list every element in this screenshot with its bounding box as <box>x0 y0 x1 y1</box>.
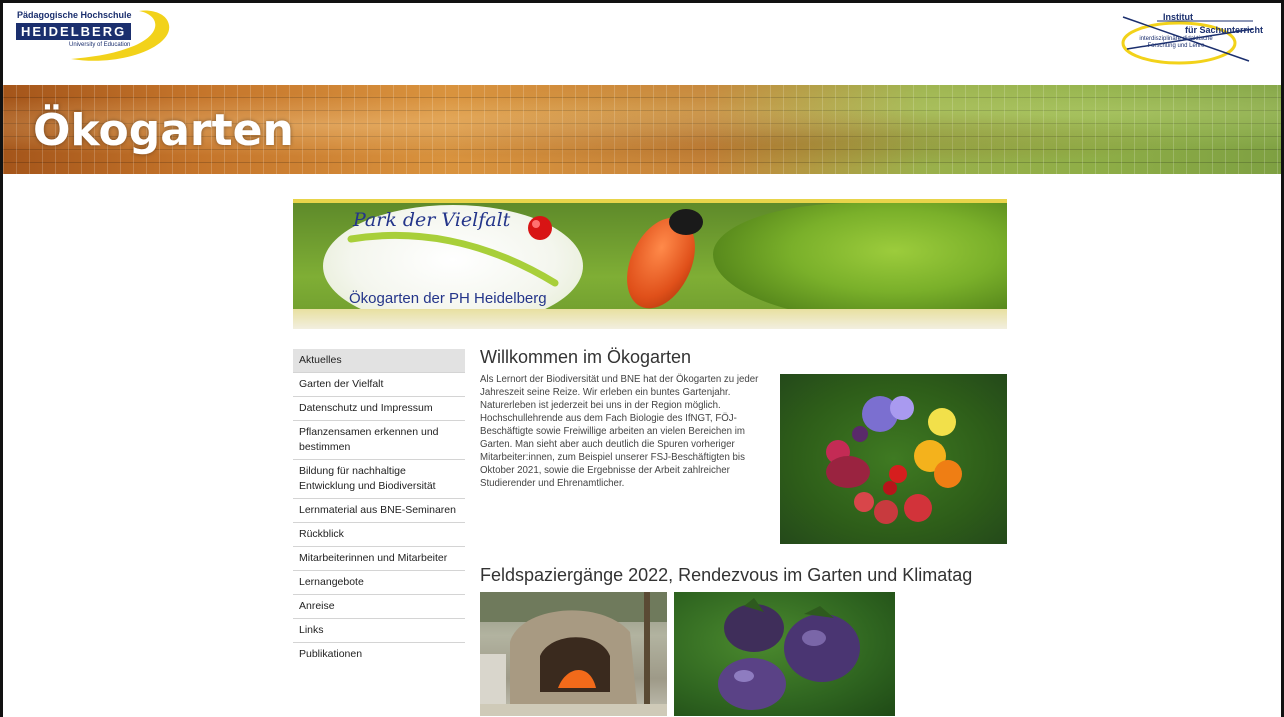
nav-item-pflanzensamen[interactable]: Pflanzensamen erkennen und bestimmen <box>293 421 465 460</box>
nav-item-garten-der-vielfalt[interactable]: Garten der Vielfalt <box>293 373 465 397</box>
main-content: Willkommen im Ökogarten Als Lernort der … <box>480 347 1010 716</box>
header-bottom-band <box>293 309 1007 329</box>
institute-logo-line2: für Sachunterricht <box>1185 25 1264 35</box>
welcome-heading: Willkommen im Ökogarten <box>480 347 692 367</box>
nav-item-links[interactable]: Links <box>293 619 465 643</box>
banner-title: Ökogarten <box>33 105 294 156</box>
clay-oven-photo[interactable] <box>480 592 667 716</box>
purple-tomatoes-image <box>718 598 860 710</box>
site-header-image[interactable]: Park der Vielfalt Ökogarten der PH Heide… <box>293 199 1007 329</box>
ph-heidelberg-logo[interactable]: Pädagogische Hochschule HEIDELBERG Unive… <box>11 7 173 65</box>
events-heading: Feldspaziergänge 2022, Rendezvous im Gar… <box>480 565 973 585</box>
nav-item-aktuelles[interactable]: Aktuelles <box>293 349 465 373</box>
nav-item-publikationen[interactable]: Publikationen <box>293 643 465 666</box>
nav-item-bildung-bne[interactable]: Bildung für nachhaltige Entwicklung und … <box>293 460 465 499</box>
vegetable-arrangement-photo[interactable] <box>780 374 1007 544</box>
slide: Pädagogische Hochschule HEIDELBERG Unive… <box>0 0 1284 717</box>
purple-tomatoes-photo[interactable] <box>674 592 895 716</box>
ph-logo-wordmark: HEIDELBERG <box>16 23 132 40</box>
ph-logo-line3: University of Education <box>69 42 131 48</box>
nav-item-datenschutz[interactable]: Datenschutz und Impressum <box>293 397 465 421</box>
institute-logo-line1: Institut <box>1163 12 1193 22</box>
nav-item-anreise[interactable]: Anreise <box>293 595 465 619</box>
nav-item-rueckblick[interactable]: Rückblick <box>293 523 465 547</box>
nav-item-lernmaterial[interactable]: Lernmaterial aus BNE-Seminaren <box>293 499 465 523</box>
nav-item-lernangebote[interactable]: Lernangebote <box>293 571 465 595</box>
side-navigation: Aktuelles Garten der Vielfalt Datenschut… <box>293 349 465 666</box>
vegetables-flowers-image <box>826 396 962 524</box>
clay-oven-image <box>480 592 667 716</box>
site-header-subtitle: Ökogarten der PH Heidelberg <box>349 290 547 307</box>
nav-item-mitarbeiter[interactable]: Mitarbeiterinnen und Mitarbeiter <box>293 547 465 571</box>
site-header-title: Park der Vielfalt <box>353 209 511 231</box>
ph-logo-line1: Pädagogische Hochschule <box>17 10 132 20</box>
institute-logo[interactable]: Institut für Sachunterricht interdiszipl… <box>1117 9 1263 67</box>
institute-logo-line3: interdisziplinäre didaktische Forschung … <box>1139 36 1213 49</box>
intro-paragraph: Als Lernort der Biodiversität und BNE ha… <box>480 374 759 489</box>
mosaic-banner: Ökogarten <box>3 85 1281 174</box>
